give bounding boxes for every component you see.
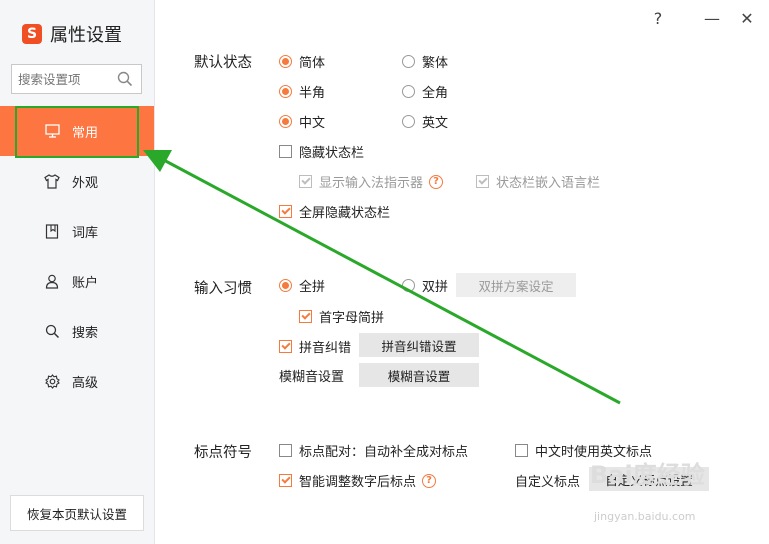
watermark-url: jingyan.baidu.com (594, 510, 696, 523)
watermark: Bai度经验 (590, 461, 705, 489)
